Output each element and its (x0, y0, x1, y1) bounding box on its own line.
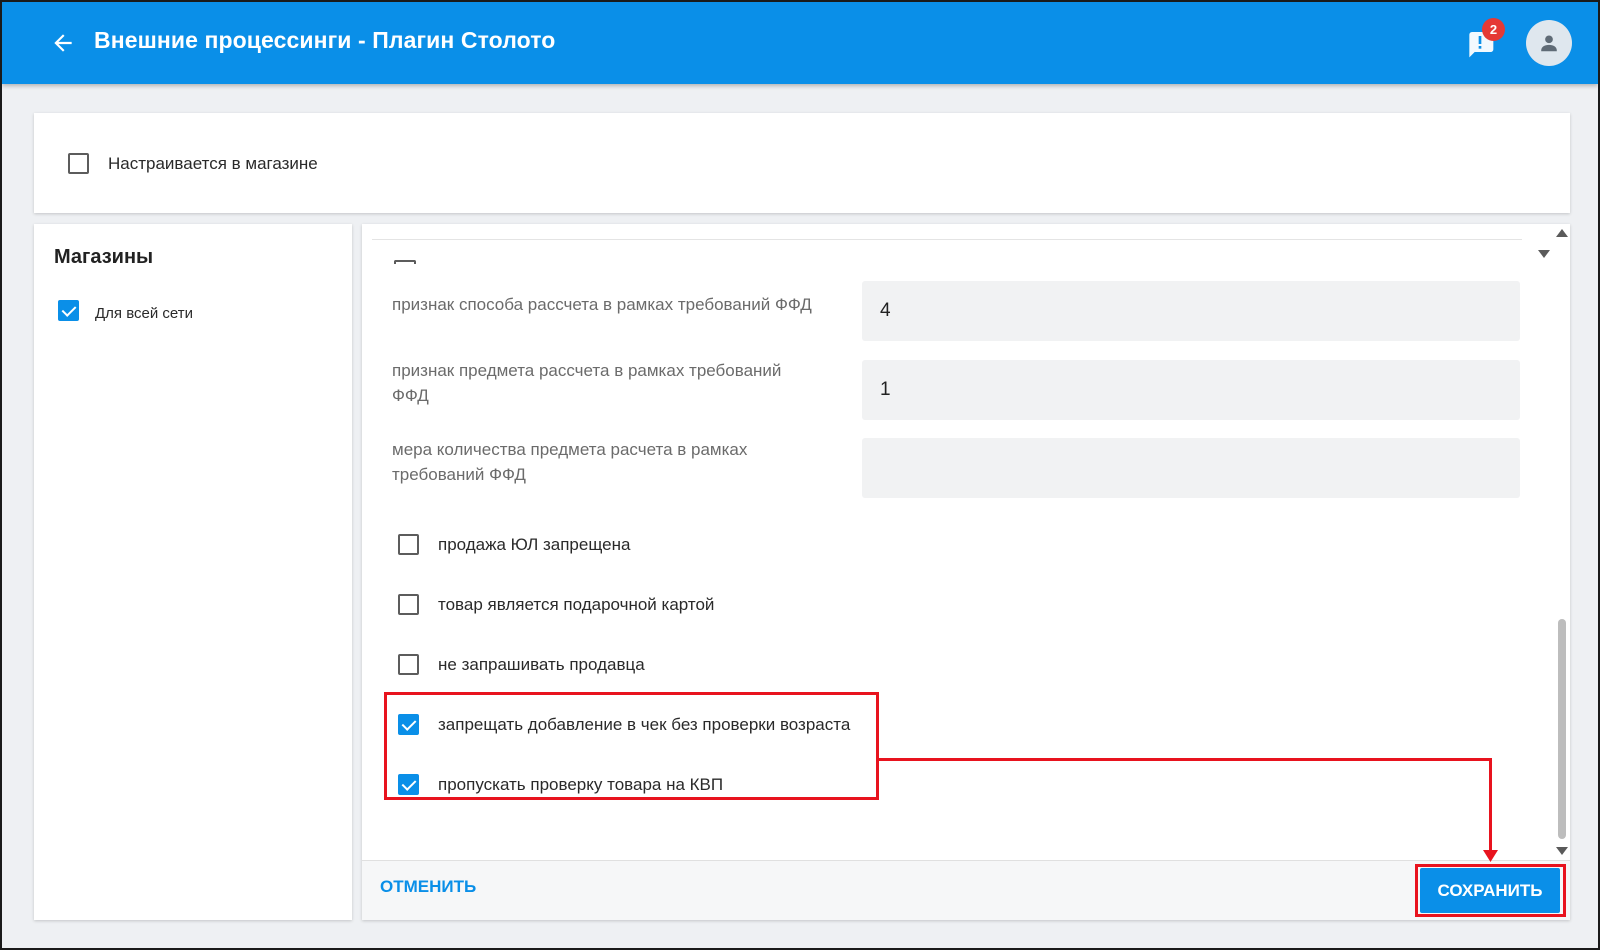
stores-panel: Магазины Для всей сети (34, 224, 352, 920)
page-title: Внешние процессинги - Плагин Столото (94, 27, 556, 53)
whole-network-label: Для всей сети (95, 305, 193, 322)
whole-network-checkbox[interactable] (58, 300, 79, 321)
annotation-connector-vertical (1489, 758, 1492, 854)
legal-entity-sale-checkbox[interactable] (398, 534, 419, 555)
field-label-payment-subject: признак предмета рассчета в рамках требо… (392, 361, 782, 405)
partial-checkbox[interactable] (394, 260, 416, 264)
scroll-up-arrow-icon[interactable] (1556, 229, 1568, 237)
back-button[interactable] (48, 28, 78, 58)
payment-subject-input[interactable]: 1 (862, 360, 1520, 420)
store-config-checkbox[interactable] (68, 153, 89, 174)
store-config-label: Настраивается в магазине (108, 153, 318, 173)
annotation-arrowhead-icon (1483, 850, 1498, 862)
legal-entity-sale-label: продажа ЮЛ запрещена (438, 534, 631, 554)
top-app-bar: Внешние процессинги - Плагин Столото 2 (2, 2, 1598, 84)
user-avatar-button[interactable] (1526, 20, 1572, 66)
app-window: Внешние процессинги - Плагин Столото 2 Н… (0, 0, 1600, 950)
quantity-measure-input[interactable] (862, 438, 1520, 498)
highlight-box-options (384, 692, 879, 800)
no-seller-prompt-checkbox[interactable] (398, 654, 419, 675)
store-config-row[interactable]: Настраивается в магазине (68, 153, 318, 174)
user-icon (1541, 35, 1557, 52)
form-footer: ОТМЕНИТЬ СОХРАНИТЬ (362, 861, 1570, 920)
store-item-whole-network[interactable]: Для всей сети (58, 299, 193, 322)
scroll-down-icon[interactable] (1538, 250, 1550, 258)
annotation-connector-horizontal (879, 758, 1491, 761)
store-config-card: Настраивается в магазине (34, 113, 1570, 213)
gift-card-label: товар является подарочной картой (438, 594, 715, 614)
field-label-quantity-measure: мера количества предмета расчета в рамка… (392, 440, 748, 484)
option-legal-entity-sale-forbidden[interactable]: продажа ЮЛ запрещена (398, 534, 630, 555)
settings-panel: признак способа рассчета в рамках требов… (362, 224, 1570, 920)
save-button[interactable]: СОХРАНИТЬ (1420, 868, 1560, 913)
gift-card-checkbox[interactable] (398, 594, 419, 615)
scrollbar-thumb[interactable] (1558, 619, 1566, 839)
scroll-down-arrow-icon[interactable] (1556, 847, 1568, 855)
payment-method-input[interactable]: 4 (862, 281, 1520, 341)
no-seller-prompt-label: не запрашивать продавца (438, 654, 645, 674)
option-no-seller-prompt[interactable]: не запрашивать продавца (398, 654, 645, 675)
cancel-button[interactable]: ОТМЕНИТЬ (380, 877, 476, 897)
divider (372, 239, 1522, 240)
option-gift-card[interactable]: товар является подарочной картой (398, 594, 714, 615)
arrow-left-icon (54, 34, 72, 52)
notification-count-badge: 2 (1482, 18, 1505, 41)
field-label-payment-method: признак способа рассчета в рамках требов… (392, 295, 812, 314)
stores-title: Магазины (54, 246, 154, 268)
